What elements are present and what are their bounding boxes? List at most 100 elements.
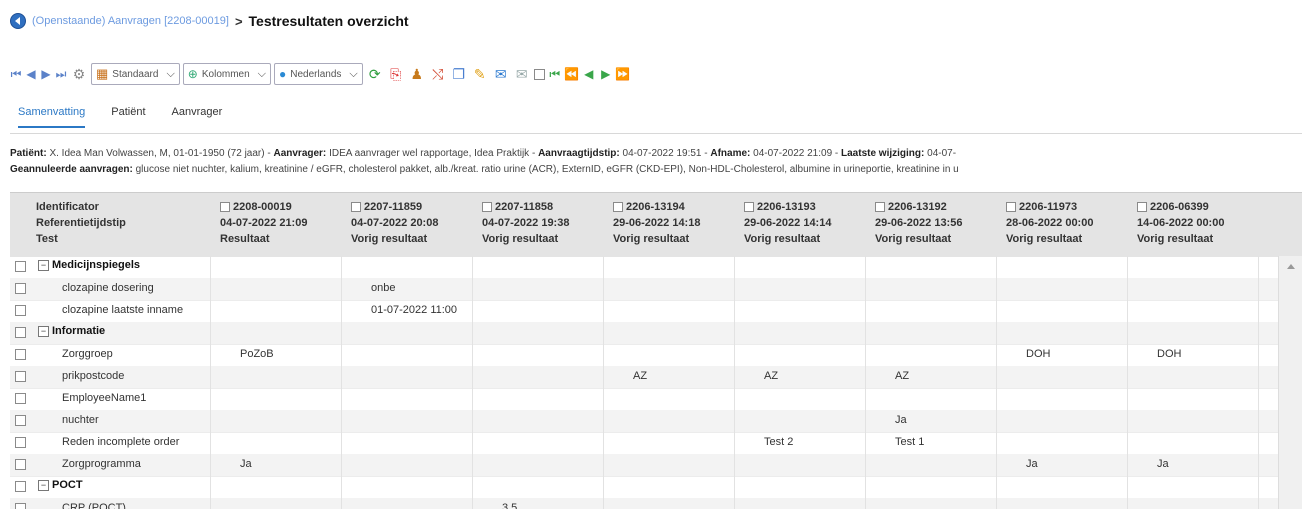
column-identifier: 2208-00019: [233, 201, 292, 213]
row-checkbox[interactable]: [15, 283, 26, 294]
rewind-icon[interactable]: ⏪: [564, 66, 579, 82]
column-checkbox[interactable]: [875, 202, 885, 212]
result-cell: AZ: [895, 370, 910, 382]
previous-page-icon[interactable]: ◀: [25, 66, 37, 82]
column-header[interactable]: 2206-06399 14-06-2022 00:00 Vorig resultaa…: [1137, 199, 1224, 247]
scroll-up-icon[interactable]: [1287, 264, 1295, 269]
result-cell: 01-07-2022 11:00: [371, 304, 458, 316]
group-name: Informatie: [52, 325, 106, 337]
refresh-icon[interactable]: ⟳: [366, 65, 384, 83]
view-dropdown[interactable]: ▦ Standaard ⌵: [91, 63, 180, 85]
row-checkbox[interactable]: [15, 371, 26, 382]
column-header[interactable]: 2208-00019 04-07-2022 21:09 Resultaat: [220, 199, 307, 247]
chevron-down-icon: ⌵: [257, 67, 267, 80]
header-identificator: Identificator: [36, 201, 99, 213]
language-dropdown[interactable]: ● Nederlands ⌵: [274, 63, 363, 85]
column-header[interactable]: 2207-11858 04-07-2022 19:38 Vorig resultaa…: [482, 199, 569, 247]
page-title: Testresultaten overzicht: [248, 13, 409, 29]
collapse-icon[interactable]: −: [38, 325, 49, 337]
last-page-icon[interactable]: ⏭: [55, 66, 67, 82]
info-value: glucose niet nuchter, kalium, kreatinine…: [135, 164, 959, 175]
test-name: clozapine dosering: [62, 282, 154, 294]
row-checkbox[interactable]: [15, 415, 26, 426]
info-label: Afname:: [710, 148, 751, 159]
fast-forward-icon[interactable]: ⏩: [615, 66, 630, 82]
column-header[interactable]: 2206-13192 29-06-2022 13:56 Vorig resultaa…: [875, 199, 962, 247]
test-name: CRP (POCT): [62, 502, 126, 509]
table-row[interactable]: prikpostcode AZ AZ AZ: [10, 366, 1302, 389]
column-divider: [1127, 256, 1128, 509]
results-grid: Identificator Referentietijdstip Test 22…: [10, 192, 1302, 509]
column-checkbox[interactable]: [1137, 202, 1147, 212]
pdf-icon[interactable]: ⎘: [387, 65, 405, 83]
column-checkbox[interactable]: [482, 202, 492, 212]
columns-dropdown-value: Kolommen: [201, 68, 250, 80]
view-dropdown-value: Standaard: [112, 68, 159, 80]
row-checkbox[interactable]: [15, 393, 26, 404]
table-row[interactable]: Zorggroep PoZoB DOH DOH: [10, 344, 1302, 367]
copy-icon[interactable]: ❐: [450, 65, 468, 83]
test-name: Reden incomplete order: [62, 436, 180, 448]
column-checkbox[interactable]: [744, 202, 754, 212]
first-column-icon[interactable]: ⏮: [548, 66, 562, 82]
tab-aanvrager[interactable]: Aanvrager: [172, 106, 223, 128]
row-checkbox[interactable]: [15, 503, 26, 509]
column-time: 29-06-2022 13:56: [875, 217, 963, 229]
table-row[interactable]: clozapine dosering onbe: [10, 278, 1302, 301]
select-checkbox[interactable]: [533, 68, 545, 80]
column-checkbox[interactable]: [613, 202, 623, 212]
row-checkbox[interactable]: [15, 327, 26, 338]
header-test: Test: [36, 233, 58, 245]
chart-icon[interactable]: ⤭: [429, 65, 447, 83]
collapse-icon[interactable]: −: [38, 259, 49, 271]
column-kind: Vorig resultaat: [613, 233, 690, 245]
column-checkbox[interactable]: [1006, 202, 1016, 212]
info-line-2: Geannuleerde aanvragen: glucose niet nuc…: [10, 162, 1302, 178]
tab-samenvatting[interactable]: Samenvatting: [18, 106, 86, 128]
column-checkbox[interactable]: [351, 202, 361, 212]
column-header[interactable]: 2206-13194 29-06-2022 14:18 Vorig resultaa…: [613, 199, 700, 247]
person-icon[interactable]: ♟: [408, 65, 426, 83]
table-row[interactable]: nuchter Ja: [10, 410, 1302, 433]
column-header[interactable]: 2207-11859 04-07-2022 20:08 Vorig resultaa…: [351, 199, 438, 247]
column-divider: [865, 256, 866, 509]
row-checkbox[interactable]: [15, 349, 26, 360]
first-page-icon[interactable]: ⏮: [10, 66, 22, 82]
columns-dropdown[interactable]: ⊕ Kolommen ⌵: [182, 63, 272, 85]
table-row[interactable]: CRP (POCT) 3.5: [10, 498, 1302, 509]
next-column-icon[interactable]: ▶: [599, 66, 613, 82]
previous-column-icon[interactable]: ◀: [582, 66, 596, 82]
row-checkbox[interactable]: [15, 261, 26, 272]
group-row[interactable]: − Informatie: [10, 322, 1302, 345]
vertical-scrollbar[interactable]: [1278, 256, 1302, 509]
row-checkbox[interactable]: [15, 481, 26, 492]
row-checkbox[interactable]: [15, 305, 26, 316]
next-page-icon[interactable]: ▶: [40, 66, 52, 82]
column-kind: Vorig resultaat: [1006, 233, 1083, 245]
group-row[interactable]: − Medicijnspiegels: [10, 256, 1302, 279]
column-checkbox[interactable]: [220, 202, 230, 212]
pencil-icon[interactable]: ✎: [471, 65, 489, 83]
row-checkbox[interactable]: [15, 437, 26, 448]
table-row[interactable]: clozapine laatste inname 01-07-2022 11:00: [10, 300, 1302, 323]
table-row[interactable]: Zorgprogramma Ja Ja Ja: [10, 454, 1302, 477]
column-divider: [603, 256, 604, 509]
collapse-icon[interactable]: −: [38, 479, 49, 491]
back-icon[interactable]: [10, 13, 26, 29]
table-row[interactable]: EmployeeName1: [10, 388, 1302, 411]
column-time: 04-07-2022 20:08: [351, 217, 439, 229]
tab-patient[interactable]: Patiënt: [111, 106, 145, 128]
comment-icon[interactable]: ✉: [492, 65, 510, 83]
breadcrumb-parent-link[interactable]: (Openstaande) Aanvragen [2208-00019]: [32, 15, 229, 27]
table-row[interactable]: Reden incomplete order Test 2 Test 1: [10, 432, 1302, 455]
mail-icon[interactable]: ✉: [513, 65, 531, 83]
group-label: − Medicijnspiegels: [38, 259, 140, 271]
test-name: prikpostcode: [62, 370, 125, 382]
grid-header: Identificator Referentietijdstip Test 22…: [10, 192, 1302, 257]
info-value: 04-07-2022 19:51 -: [622, 148, 711, 159]
column-header[interactable]: 2206-11973 28-06-2022 00:00 Vorig resultaa…: [1006, 199, 1093, 247]
row-checkbox[interactable]: [15, 459, 26, 470]
group-row[interactable]: − POCT: [10, 476, 1302, 499]
column-header[interactable]: 2206-13193 29-06-2022 14:14 Vorig resultaa…: [744, 199, 831, 247]
gear-icon[interactable]: ⚙: [70, 65, 88, 83]
